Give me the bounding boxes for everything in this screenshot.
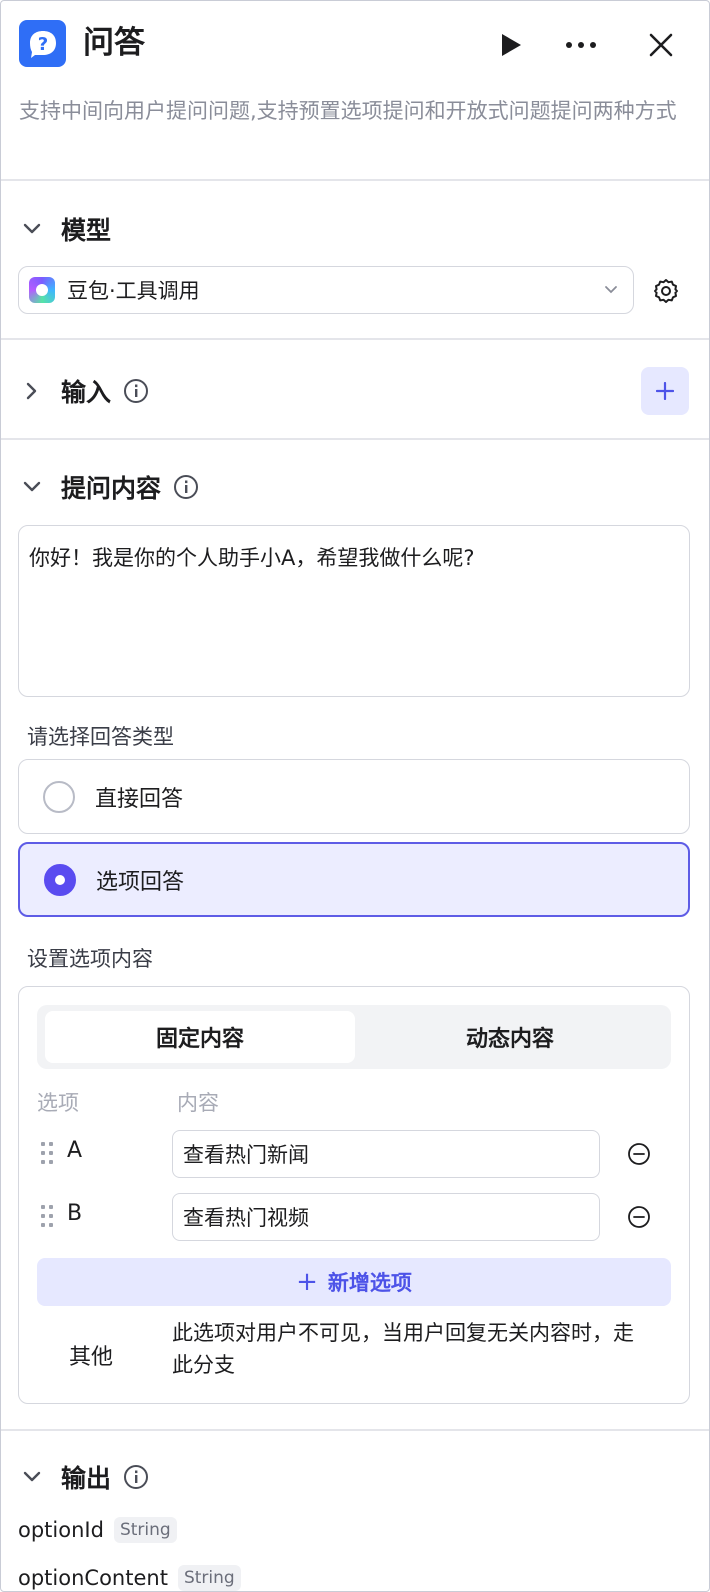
node-description: 支持中间向用户提问问题,支持预置选项提问和开放式问题提问两种方式 xyxy=(19,99,677,123)
chevron-down-icon xyxy=(19,1464,45,1490)
plus-icon xyxy=(656,382,674,400)
input-section-title: 输入 xyxy=(61,378,112,407)
column-header-option: 选项 xyxy=(37,1091,79,1115)
more-button[interactable] xyxy=(561,25,601,65)
output-field-name: optionId xyxy=(18,1518,104,1542)
plus-icon: + xyxy=(296,1267,318,1297)
panel-header: ? 问答 xyxy=(1,1,709,89)
output-section-header[interactable]: 输出 xyxy=(19,1457,149,1497)
tab-fixed-content[interactable]: 固定内容 xyxy=(45,1011,355,1063)
more-icon xyxy=(566,42,596,48)
input-section-header[interactable]: 输入 xyxy=(19,371,149,411)
chevron-down-icon xyxy=(605,286,617,294)
tab-dynamic-content[interactable]: 动态内容 xyxy=(355,1011,665,1063)
close-icon xyxy=(649,33,673,57)
options-label: 设置选项内容 xyxy=(27,947,153,971)
answer-type-options-label: 选项回答 xyxy=(96,869,185,895)
option-content-input[interactable]: 查看热门视频 xyxy=(172,1193,600,1241)
svg-text:?: ? xyxy=(37,34,47,55)
output-section-title: 输出 xyxy=(61,1464,112,1493)
output-field-type-badge: String xyxy=(177,1565,241,1591)
option-content-input[interactable]: 查看热门新闻 xyxy=(172,1130,600,1178)
add-input-button[interactable] xyxy=(641,367,689,415)
drag-handle-icon[interactable] xyxy=(41,1205,55,1229)
gear-icon xyxy=(654,279,678,303)
model-section-title: 模型 xyxy=(61,216,112,245)
answer-type-options[interactable]: 选项回答 xyxy=(18,842,690,917)
output-field-name: optionContent xyxy=(18,1566,168,1590)
content-type-tabs: 固定内容 动态内容 xyxy=(37,1005,671,1069)
question-section-header[interactable]: 提问内容 xyxy=(19,467,199,507)
divider xyxy=(1,338,709,340)
chevron-down-icon xyxy=(19,474,45,500)
output-field: optionId String xyxy=(18,1513,177,1547)
node-config-panel: ? 问答 支持中间向用户提问问题,支持预置选项提问和开放式问题提问两种方式 模型… xyxy=(0,0,710,1592)
remove-circle-icon[interactable] xyxy=(627,1142,651,1166)
panel-title: 问答 xyxy=(83,25,145,61)
question-section-title: 提问内容 xyxy=(61,474,162,503)
output-field-type-badge: String xyxy=(113,1517,177,1543)
qa-node-icon: ? xyxy=(19,20,66,67)
add-option-label: 新增选项 xyxy=(327,1271,412,1295)
chevron-down-icon xyxy=(19,216,45,242)
drag-handle-icon[interactable] xyxy=(41,1142,55,1166)
option-row: A 查看热门新闻 xyxy=(19,1130,691,1178)
model-section-header[interactable]: 模型 xyxy=(19,209,111,249)
info-icon[interactable] xyxy=(123,1464,149,1490)
add-option-button[interactable]: + 新增选项 xyxy=(37,1258,671,1306)
info-icon[interactable] xyxy=(123,378,149,404)
option-letter: A xyxy=(67,1138,83,1163)
doubao-logo-icon xyxy=(29,277,55,303)
radio-checked[interactable] xyxy=(44,863,76,896)
output-field: optionContent String xyxy=(18,1561,241,1591)
remove-circle-icon[interactable] xyxy=(627,1205,651,1229)
divider xyxy=(1,438,709,440)
info-icon[interactable] xyxy=(173,474,199,500)
other-option-label: 其他 xyxy=(69,1345,114,1370)
model-select-value: 豆包·工具调用 xyxy=(67,279,200,303)
options-panel: 固定内容 动态内容 选项 内容 A 查看热门新闻 B 查看热门视频 + 新增选项… xyxy=(18,986,690,1404)
option-letter: B xyxy=(67,1201,83,1226)
divider xyxy=(1,179,709,181)
play-icon xyxy=(502,34,521,56)
answer-type-label: 请选择回答类型 xyxy=(27,725,174,749)
answer-type-direct-label: 直接回答 xyxy=(95,786,184,812)
close-button[interactable] xyxy=(641,25,681,65)
model-select[interactable]: 豆包·工具调用 xyxy=(18,266,634,314)
radio-unchecked[interactable] xyxy=(43,780,75,813)
question-content-textarea[interactable]: 你好！我是你的个人助手小A，希望我做什么呢? xyxy=(18,525,690,697)
other-option-description: 此选项对用户不可见，当用户回复无关内容时，走此分支 xyxy=(172,1321,634,1377)
answer-type-direct[interactable]: 直接回答 xyxy=(18,759,690,834)
divider xyxy=(1,1429,709,1431)
column-header-content: 内容 xyxy=(177,1091,219,1115)
chevron-right-icon xyxy=(19,378,45,404)
model-settings-button[interactable] xyxy=(649,274,683,308)
run-button[interactable] xyxy=(491,25,531,65)
option-row: B 查看热门视频 xyxy=(19,1193,691,1241)
